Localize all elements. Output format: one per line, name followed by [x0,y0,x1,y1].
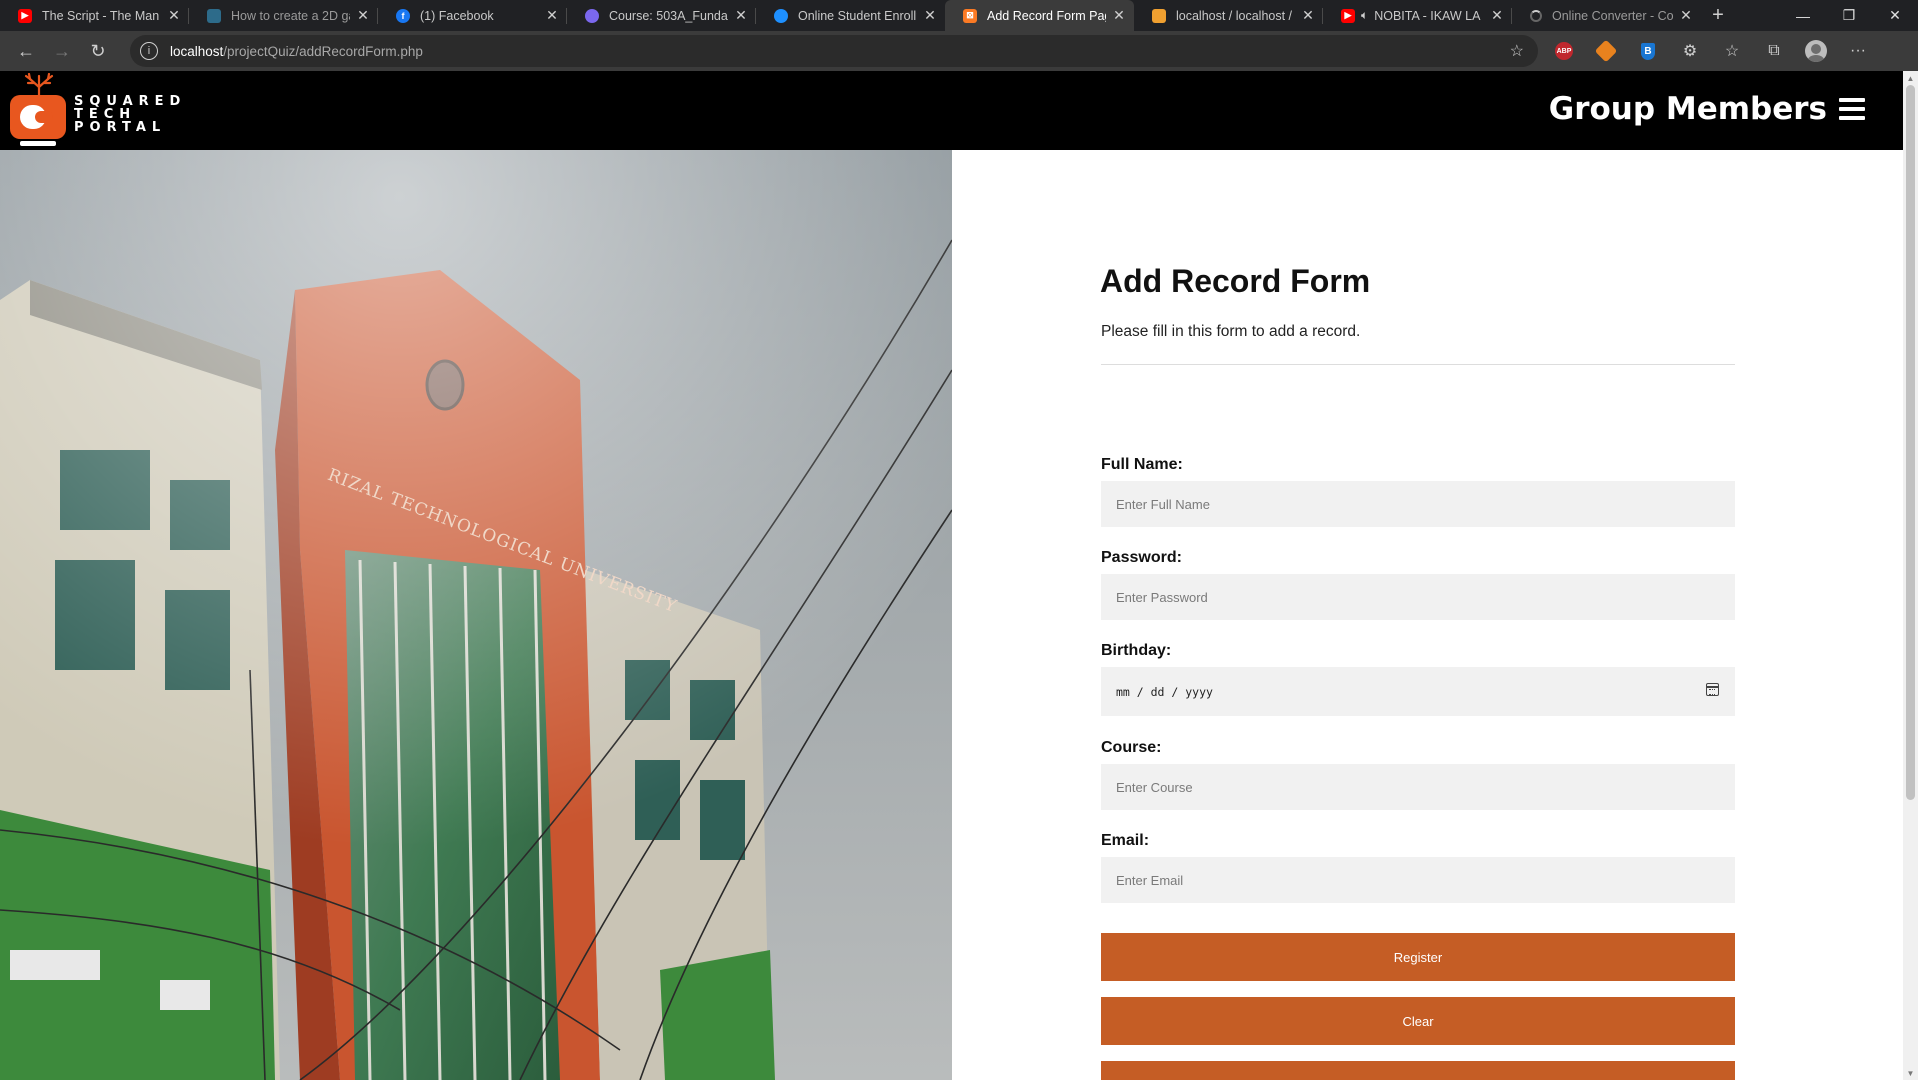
xampp-icon: ⊠ [963,8,977,23]
tab-online-converter[interactable]: Online Converter - Cor ✕ [1512,0,1701,31]
logo-mark [10,95,66,139]
form-subtitle: Please fill in this form to add a record… [1101,323,1361,340]
close-icon[interactable]: ✕ [923,7,937,24]
avatar [1805,40,1827,62]
collections-button[interactable]: ⧉ [1756,35,1792,67]
close-icon[interactable]: ✕ [356,7,370,24]
tab-youtube-the-script[interactable]: ▶ The Script - The Man W ✕ [0,0,189,31]
adblock-icon: ABP [1555,42,1573,60]
course-placeholder: Enter Course [1116,779,1193,795]
tab-facebook[interactable]: f (1) Facebook ✕ [378,0,567,31]
site-info-icon[interactable]: i [140,42,158,60]
page-icon [207,8,221,23]
favorites-icon: ☆ [1724,43,1740,60]
scroll-up-arrow-icon[interactable]: ▲ [1903,71,1918,85]
youtube-icon: ▶ [1341,8,1355,23]
email-field[interactable]: Enter Email [1101,857,1735,903]
password-label: Password: [1101,549,1182,566]
close-icon[interactable]: ✕ [1679,7,1693,24]
birthday-value: mm / dd / yyyy [1116,684,1213,699]
birthday-label: Birthday: [1101,642,1172,659]
facebook-icon: f [396,8,410,23]
settings-menu-button[interactable]: ··· [1840,35,1876,67]
email-label: Email: [1101,832,1150,849]
moodle-icon [585,8,599,23]
tab-add-record-form[interactable]: ⊠ Add Record Form Page ✕ [945,0,1134,31]
full-name-label: Full Name: [1101,456,1183,473]
clear-button[interactable]: Clear [1101,997,1735,1045]
metamask-extension-button[interactable] [1588,35,1624,67]
go-back-homepage-button[interactable]: Go Back User Homepage [1101,1061,1735,1080]
url-field[interactable]: i localhost/projectQuiz/addRecordForm.ph… [130,35,1538,67]
scroll-down-arrow-icon[interactable]: ▼ [1903,1066,1918,1080]
tab-course[interactable]: Course: 503A_Fundame ✕ [567,0,756,31]
tab-phpmyadmin[interactable]: localhost / localhost / ✕ [1134,0,1323,31]
tab-online-enrollment[interactable]: Online Student Enrollm ✕ [756,0,945,31]
window-controls: — ❐ ✕ [1780,0,1918,31]
page-viewport: SQUARED TECH PORTAL Group Members RIZAL … [0,71,1903,1080]
adblock-extension-button[interactable]: ABP [1546,35,1582,67]
hero-building-image: RIZAL TECHNOLOGICAL UNIVERSITY [0,150,952,1080]
minimize-button[interactable]: — [1780,8,1826,24]
register-button[interactable]: Register [1101,933,1735,981]
profile-button[interactable] [1798,35,1834,67]
course-label: Course: [1101,739,1162,756]
logo-text: SQUARED TECH PORTAL [74,94,187,135]
globe-icon [774,8,788,23]
full-name-placeholder: Enter Full Name [1116,496,1210,512]
loading-icon [1530,9,1542,22]
close-icon[interactable]: ✕ [545,7,559,24]
group-members-menu[interactable]: Group Members [1549,91,1865,127]
site-logo[interactable]: SQUARED TECH PORTAL [8,73,208,147]
address-toolbar: ← → ↻ i localhost/projectQuiz/addRecordF… [0,31,1918,71]
puzzle-icon: ⚙ [1682,43,1698,60]
add-favorite-icon[interactable]: ☆ [1510,41,1524,61]
close-icon[interactable]: ✕ [167,7,181,24]
restore-button[interactable]: ❐ [1826,7,1872,24]
close-icon[interactable]: ✕ [734,7,748,24]
back-button[interactable]: ← [8,33,44,69]
collections-icon: ⧉ [1768,42,1780,59]
password-placeholder: Enter Password [1116,589,1208,605]
fox-icon [1594,39,1618,63]
forward-button[interactable]: → [44,33,80,69]
hamburger-menu-icon[interactable] [1839,98,1865,120]
password-field[interactable]: Enter Password [1101,574,1735,620]
building-illustration [0,150,952,1080]
shield-icon: B [1641,42,1655,60]
birthday-field[interactable]: mm / dd / yyyy [1101,667,1735,716]
new-tab-button[interactable]: + [1701,0,1735,31]
logo-base [20,141,56,146]
scroll-thumb[interactable] [1906,85,1915,800]
close-window-button[interactable]: ✕ [1872,7,1918,24]
course-field[interactable]: Enter Course [1101,764,1735,810]
shield-extension-button[interactable]: B [1630,35,1666,67]
site-header: SQUARED TECH PORTAL Group Members [0,71,1903,150]
close-icon[interactable]: ✕ [1490,7,1504,24]
calendar-icon[interactable] [1706,683,1719,696]
extensions-button[interactable]: ⚙ [1672,35,1708,67]
close-icon[interactable]: ✕ [1301,7,1315,24]
phpmyadmin-icon [1152,8,1166,23]
favorites-button[interactable]: ☆ [1714,35,1750,67]
group-members-label: Group Members [1548,91,1827,127]
page-title: Add Record Form [1100,263,1371,299]
browser-tab-strip: ▶ The Script - The Man W ✕ How to create… [0,0,1918,31]
more-icon: ··· [1850,42,1866,59]
email-placeholder: Enter Email [1116,872,1184,888]
tab-2d-game[interactable]: How to create a 2D gar ✕ [189,0,378,31]
page-scrollbar[interactable]: ▲ ▼ [1903,71,1918,1080]
divider [1101,364,1735,365]
youtube-icon: ▶ [18,8,32,23]
add-record-form: Add Record Form Please fill in this form… [952,150,1903,1080]
reload-button[interactable]: ↻ [80,33,116,69]
close-icon[interactable]: ✕ [1112,7,1126,24]
speaker-icon[interactable]: 🔈︎ [1361,8,1368,23]
full-name-field[interactable]: Enter Full Name [1101,481,1735,527]
tab-youtube-nobita[interactable]: ▶ 🔈︎ NOBITA - IKAW LA ✕ [1323,0,1512,31]
